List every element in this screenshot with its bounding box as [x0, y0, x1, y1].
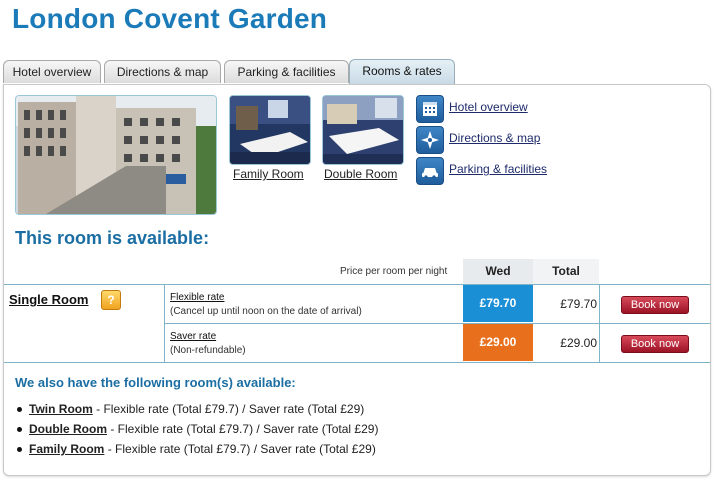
tab-hotel-overview[interactable]: Hotel overview — [3, 60, 101, 83]
table-divider — [599, 284, 600, 362]
saver-rate-total: £29.00 — [560, 336, 597, 350]
family-room-photo[interactable] — [229, 95, 311, 165]
side-link-label[interactable]: Parking & facilities — [449, 162, 547, 176]
column-total: Total — [533, 259, 599, 284]
single-room-link[interactable]: Single Room — [9, 292, 88, 307]
table-divider — [4, 362, 710, 363]
room-rate-summary: - Flexible rate (Total £79.7) / Saver ra… — [92, 402, 365, 416]
table-divider — [4, 284, 710, 285]
compass-icon — [416, 126, 444, 154]
list-item: Double Room - Flexible rate (Total £79.7… — [15, 419, 378, 439]
calendar-icon — [416, 95, 444, 123]
other-rooms-list: Twin Room - Flexible rate (Total £79.7) … — [15, 399, 378, 459]
help-icon[interactable]: ? — [101, 290, 121, 310]
book-now-button[interactable]: Book now — [621, 296, 689, 314]
column-wed: Wed — [463, 259, 533, 284]
flexible-rate-total: £79.70 — [560, 297, 597, 311]
double-room-photo[interactable] — [322, 95, 404, 165]
family-room-link[interactable]: Family Room — [233, 167, 304, 181]
flexible-rate-link[interactable]: Flexible rate — [170, 292, 224, 303]
tab-rooms-rates[interactable]: Rooms & rates — [349, 59, 455, 84]
tab-parking-facilities[interactable]: Parking & facilities — [224, 60, 349, 83]
table-divider — [164, 323, 710, 324]
list-item: Family Room - Flexible rate (Total £79.7… — [15, 439, 378, 459]
hotel-exterior-photo — [15, 95, 217, 215]
room-rate-summary: - Flexible rate (Total £79.7) / Saver ra… — [107, 422, 379, 436]
rooms-rates-panel: Family Room Double Room Hotel overview D… — [3, 84, 711, 476]
side-link-label[interactable]: Directions & map — [449, 131, 540, 145]
double-room-link[interactable]: Double Room — [29, 422, 107, 436]
saver-rate-price: £29.00 — [463, 324, 533, 361]
family-room-link[interactable]: Family Room — [29, 442, 104, 456]
saver-rate-desc: (Non-refundable) — [170, 345, 246, 356]
flexible-rate-desc: (Cancel up until noon on the date of arr… — [170, 306, 362, 317]
room-rate-summary: - Flexible rate (Total £79.7) / Saver ra… — [104, 442, 376, 456]
table-divider — [164, 284, 165, 362]
page-title: London Covent Garden — [12, 3, 328, 34]
book-now-button[interactable]: Book now — [621, 335, 689, 353]
car-icon — [416, 157, 444, 185]
price-header-label: Price per room per night — [340, 266, 448, 277]
tab-directions-map[interactable]: Directions & map — [104, 60, 221, 83]
saver-rate-link[interactable]: Saver rate — [170, 331, 216, 342]
other-rooms-heading: We also have the following room(s) avail… — [15, 375, 296, 390]
side-link-label[interactable]: Hotel overview — [449, 100, 528, 114]
twin-room-link[interactable]: Twin Room — [29, 402, 93, 416]
list-item: Twin Room - Flexible rate (Total £79.7) … — [15, 399, 378, 419]
double-room-link[interactable]: Double Room — [324, 167, 397, 181]
flexible-rate-price: £79.70 — [463, 285, 533, 322]
availability-heading: This room is available: — [15, 228, 210, 248]
